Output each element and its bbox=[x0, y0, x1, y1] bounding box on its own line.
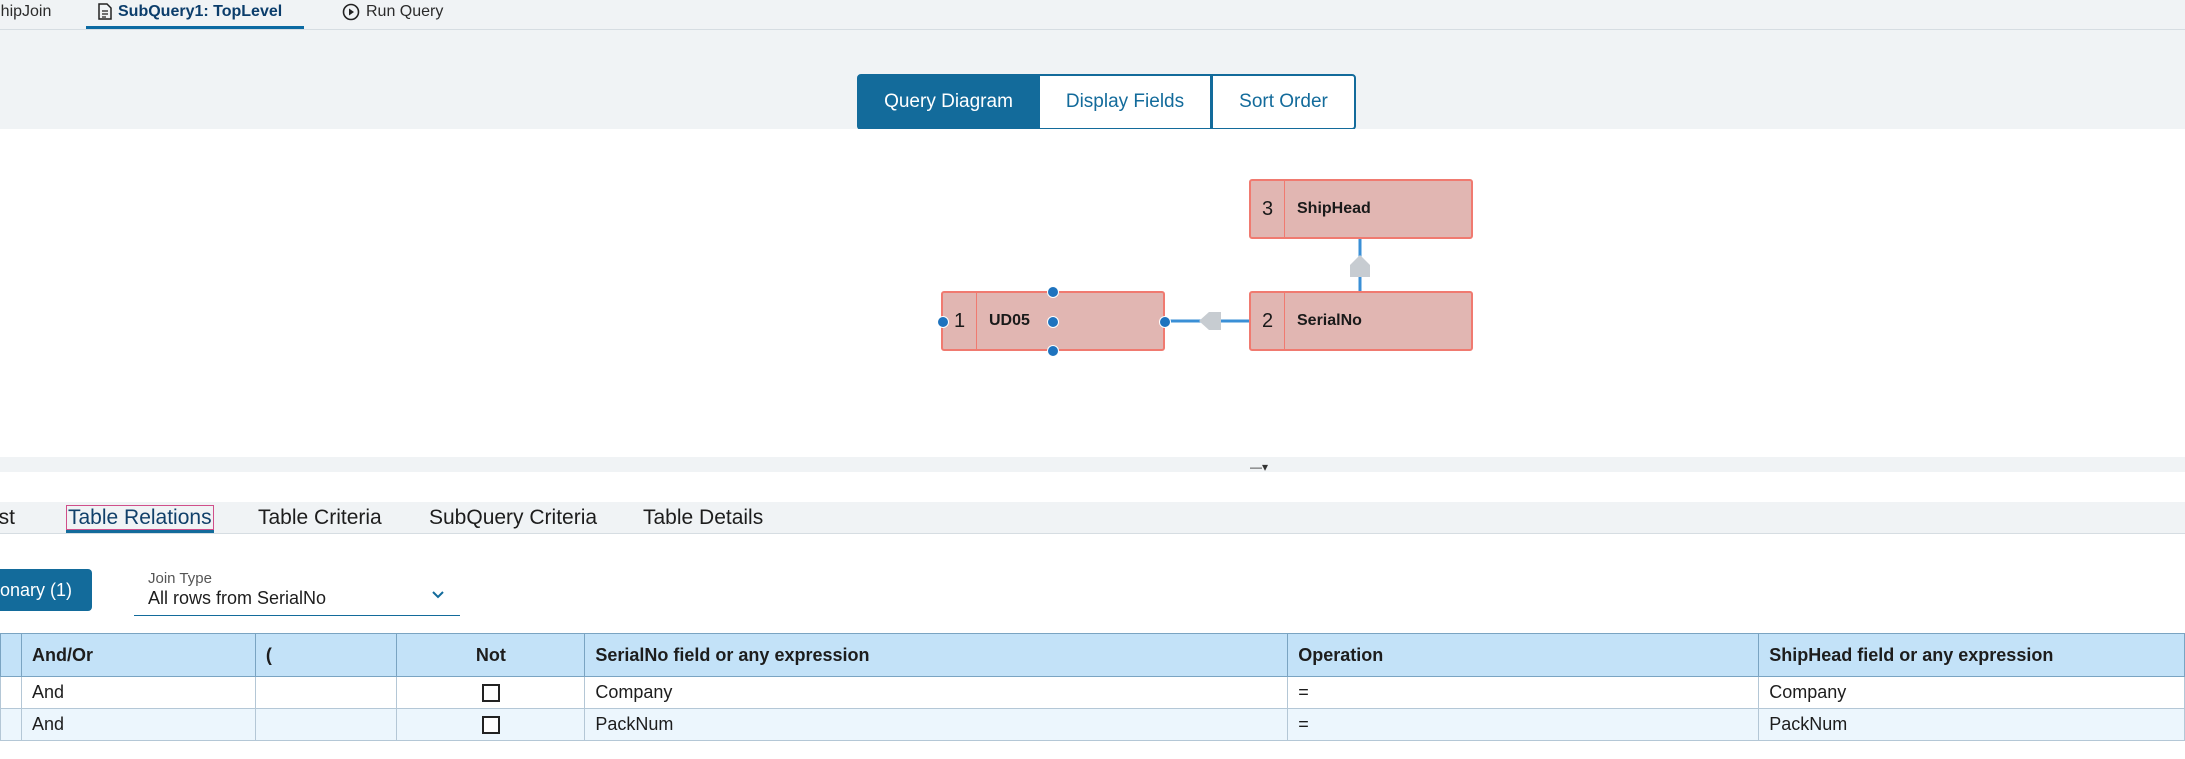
sort-order-button[interactable]: Sort Order bbox=[1211, 74, 1356, 130]
resize-handle[interactable] bbox=[937, 316, 949, 328]
grid-header-row: And/Or ( Not SerialNo field or any expre… bbox=[0, 633, 2185, 677]
join-arrow-icon[interactable] bbox=[1350, 255, 1370, 277]
column-header-andor[interactable]: And/Or bbox=[21, 633, 256, 677]
tab-label: SubQuery1: TopLevel bbox=[118, 3, 283, 20]
operation-cell[interactable]: = bbox=[1287, 708, 1760, 741]
relation-dictionary-button[interactable]: onary (1) bbox=[0, 569, 92, 611]
tab-label: ist bbox=[0, 506, 15, 529]
column-header-operation[interactable]: Operation bbox=[1287, 633, 1760, 677]
tab-subquery-criteria[interactable]: SubQuery Criteria bbox=[429, 502, 597, 533]
not-cell bbox=[396, 708, 586, 741]
tab-list[interactable]: ist bbox=[0, 502, 15, 533]
tab-label: Table Details bbox=[643, 506, 764, 529]
node-name: UD05 bbox=[989, 312, 1030, 329]
join-type-underline bbox=[134, 615, 460, 616]
operation-cell[interactable]: = bbox=[1287, 676, 1760, 709]
table-row[interactable]: And PackNum = PackNum bbox=[0, 708, 2185, 741]
tab-shipjoin[interactable]: ShipJoin bbox=[0, 0, 51, 29]
query-diagram-label: Query Diagram bbox=[884, 91, 1013, 112]
right-field-cell[interactable]: Company bbox=[1758, 676, 2185, 709]
focus-outline bbox=[66, 505, 214, 530]
detail-tab-strip: ist Table Relations Table Criteria SubQu… bbox=[0, 502, 2185, 534]
table-node-serialno[interactable]: 2 SerialNo bbox=[1249, 291, 1473, 351]
splitter-handle[interactable]: —▾ bbox=[1250, 460, 1268, 474]
not-cell bbox=[396, 676, 586, 709]
table-node-shiphead[interactable]: 3 ShipHead bbox=[1249, 179, 1473, 239]
tab-subquery1-toplevel[interactable]: SubQuery1: TopLevel bbox=[86, 0, 304, 29]
play-circle-icon bbox=[342, 3, 360, 21]
resize-handle[interactable] bbox=[1159, 316, 1171, 328]
display-fields-button[interactable]: Display Fields bbox=[1040, 74, 1212, 130]
active-tab-underline bbox=[86, 26, 304, 29]
relation-button-label: onary (1) bbox=[0, 579, 72, 600]
not-checkbox[interactable] bbox=[481, 716, 500, 735]
right-field-cell[interactable]: PackNum bbox=[1758, 708, 2185, 741]
left-field-cell[interactable]: Company bbox=[584, 676, 1289, 709]
node-number: 2 bbox=[1251, 293, 1285, 349]
run-query-label: Run Query bbox=[366, 3, 444, 20]
not-checkbox[interactable] bbox=[481, 684, 500, 703]
tab-table-criteria[interactable]: Table Criteria bbox=[258, 502, 382, 533]
column-header-shiphead-field[interactable]: ShipHead field or any expression bbox=[1758, 633, 2185, 677]
query-diagram-canvas[interactable]: 1 UD05 2 SerialNo 3 ShipHead bbox=[0, 129, 2185, 457]
query-diagram-button[interactable]: Query Diagram bbox=[857, 74, 1040, 130]
andor-cell[interactable]: And bbox=[21, 708, 256, 741]
andor-cell[interactable]: And bbox=[21, 676, 256, 709]
top-tab-strip: ShipJoin SubQuery1: TopLevel Run Query bbox=[0, 0, 2185, 30]
resize-handle[interactable] bbox=[1047, 316, 1059, 328]
resize-handle[interactable] bbox=[1047, 286, 1059, 298]
document-icon bbox=[98, 3, 112, 21]
node-number: 3 bbox=[1251, 181, 1285, 237]
join-arrow-icon[interactable] bbox=[1199, 312, 1221, 330]
run-query-button[interactable]: Run Query bbox=[342, 0, 443, 29]
panel-splitter[interactable]: —▾ bbox=[0, 457, 2185, 474]
display-fields-label: Display Fields bbox=[1065, 91, 1185, 112]
relation-criteria-grid: And/Or ( Not SerialNo field or any expre… bbox=[0, 633, 2185, 741]
node-name: SerialNo bbox=[1297, 312, 1362, 329]
left-field-cell[interactable]: PackNum bbox=[584, 708, 1289, 741]
sort-order-label: Sort Order bbox=[1239, 91, 1328, 112]
table-row[interactable]: And Company = Company bbox=[0, 676, 2185, 709]
tab-label: Table Criteria bbox=[258, 506, 382, 529]
tab-label: SubQuery Criteria bbox=[429, 506, 598, 529]
tab-table-relations[interactable]: Table Relations bbox=[66, 502, 214, 533]
row-selector[interactable] bbox=[0, 708, 22, 741]
tab-label: ShipJoin bbox=[0, 3, 52, 20]
tab-table-details[interactable]: Table Details bbox=[643, 502, 763, 533]
view-switch-zone: Query Diagram Display Fields Sort Order bbox=[0, 30, 2185, 130]
column-header-serialno-field[interactable]: SerialNo field or any expression bbox=[584, 633, 1289, 677]
column-header-paren[interactable]: ( bbox=[254, 633, 398, 677]
join-type-select[interactable]: All rows from SerialNo bbox=[148, 588, 326, 609]
paren-cell[interactable] bbox=[254, 708, 398, 741]
paren-cell[interactable] bbox=[254, 676, 398, 709]
row-selector-header bbox=[0, 633, 22, 677]
node-name: ShipHead bbox=[1297, 200, 1371, 217]
join-type-label: Join Type bbox=[148, 570, 212, 587]
resize-handle[interactable] bbox=[1047, 345, 1059, 357]
row-selector[interactable] bbox=[0, 676, 22, 709]
column-header-not[interactable]: Not bbox=[396, 633, 586, 677]
chevron-down-icon[interactable] bbox=[430, 589, 446, 601]
active-tab-underline bbox=[66, 530, 214, 533]
